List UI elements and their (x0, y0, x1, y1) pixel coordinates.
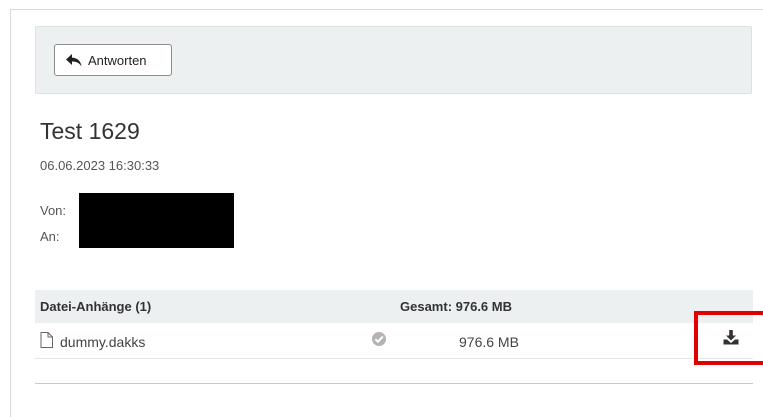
download-highlight (694, 311, 763, 365)
from-label: Von: (40, 203, 67, 218)
attachments-header: Datei-Anhänge (1) Gesamt: 976.6 MB (35, 290, 753, 323)
attachments-total: Gesamt: 976.6 MB (400, 299, 512, 314)
redacted-addresses (79, 193, 234, 248)
reply-icon (66, 53, 82, 67)
attachment-name[interactable]: dummy.dakks (60, 334, 145, 350)
message-date: 06.06.2023 16:30:33 (40, 158, 160, 173)
download-icon[interactable] (723, 330, 739, 350)
check-circle-icon (371, 331, 387, 350)
attachment-size: 976.6 MB (459, 334, 519, 350)
reply-button[interactable]: Antworten (54, 44, 172, 76)
message-subject: Test 1629 (40, 118, 140, 144)
to-label: An: (40, 229, 60, 244)
attachments-title: Datei-Anhänge (1) (40, 299, 152, 314)
divider (35, 383, 753, 384)
message-toolbar: Antworten (35, 26, 752, 94)
reply-button-label: Antworten (88, 52, 147, 68)
file-icon (40, 332, 53, 351)
attachment-row: dummy.dakks 976.6 MB (35, 323, 753, 359)
